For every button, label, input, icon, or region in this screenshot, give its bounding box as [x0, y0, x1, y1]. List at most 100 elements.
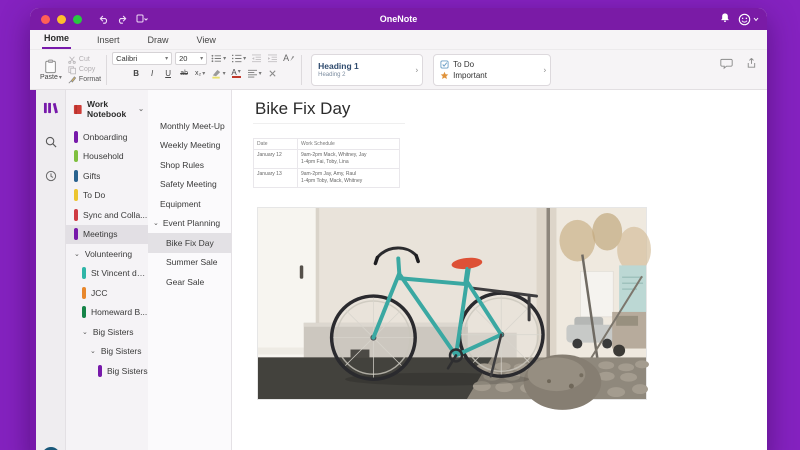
section-item[interactable]: Household	[66, 147, 148, 167]
format-painter-button[interactable]: Format	[68, 75, 101, 84]
page-item-selected[interactable]: Bike Fix Day	[148, 233, 231, 253]
table-header-schedule[interactable]: Work Schedule	[297, 138, 400, 150]
recent-notes-clock-icon[interactable]	[41, 166, 61, 186]
section-item[interactable]: Sync and Colla...	[66, 205, 148, 225]
tag-todo[interactable]: To Do	[440, 60, 474, 69]
tab-view[interactable]: View	[195, 32, 218, 49]
section-color-tab	[98, 364, 102, 377]
x-icon	[269, 69, 276, 77]
tag-important[interactable]: Important	[440, 71, 487, 80]
work-schedule-table: Date Work Schedule January 12 9am-2pm Ma…	[253, 138, 400, 188]
chevron-down-icon: ⌄	[138, 106, 144, 113]
styles-button[interactable]: A	[282, 52, 296, 65]
section-item[interactable]: St Vincent de...	[66, 264, 148, 284]
styles-expand-icon[interactable]: ›	[415, 65, 418, 74]
chevron-down-icon: ⌄	[82, 328, 88, 336]
clear-formatting-button[interactable]	[266, 67, 279, 80]
styles-gallery[interactable]: Heading 1 Heading 2 ›	[311, 53, 424, 86]
italic-button[interactable]: I	[146, 67, 159, 80]
page-item[interactable]: Equipment	[148, 194, 231, 214]
section-item[interactable]: Big Sisters	[66, 361, 148, 381]
pages-pane: Monthly Meet-Up Weekly Meeting Shop Rule…	[148, 90, 232, 450]
underline-button[interactable]: U	[162, 67, 175, 80]
subscript-button[interactable]: x₂ ▾	[194, 67, 207, 80]
notebook-switcher[interactable]: Work Notebook ⌄	[66, 90, 148, 127]
traffic-lights	[41, 14, 82, 24]
comments-icon[interactable]	[720, 56, 733, 74]
undo-icon[interactable]	[98, 14, 109, 25]
redo-icon[interactable]	[117, 14, 128, 25]
bicycle-photo[interactable]	[257, 207, 651, 410]
tab-insert[interactable]: Insert	[95, 32, 122, 49]
sections-pane: Work Notebook ⌄ Onboarding Household Gif…	[66, 90, 148, 450]
table-cell-date[interactable]: January 13	[253, 168, 298, 188]
quick-access-menu-icon[interactable]	[136, 14, 148, 24]
section-item[interactable]: Gifts	[66, 166, 148, 186]
style-heading1[interactable]: Heading 1	[318, 61, 359, 71]
page-item[interactable]: Weekly Meeting	[148, 136, 231, 156]
decrease-indent-button[interactable]	[250, 52, 263, 65]
close-window-button[interactable]	[41, 14, 50, 24]
section-item[interactable]: Homeward B...	[66, 303, 148, 323]
copy-button[interactable]: Copy	[68, 65, 101, 74]
font-name-select[interactable]: Calibri ▾	[112, 51, 173, 65]
page-item[interactable]: Safety Meeting	[148, 175, 231, 195]
section-group[interactable]: ⌄ Big Sisters	[66, 342, 148, 362]
zoom-window-button[interactable]	[73, 14, 82, 24]
tags-gallery[interactable]: To Do Important ›	[433, 53, 552, 86]
section-item[interactable]: JCC	[66, 283, 148, 303]
notifications-bell-icon[interactable]	[720, 10, 730, 28]
chevron-down-icon: ▾	[202, 70, 206, 77]
bold-button[interactable]: B	[130, 67, 143, 80]
font-size-select[interactable]: 20 ▾	[175, 51, 208, 65]
page-item[interactable]: Summer Sale	[148, 253, 231, 273]
table-cell-schedule[interactable]: 9am-2pm Mack, Whitney, Jay 1-4pm Fai, To…	[297, 149, 400, 169]
cut-button[interactable]: Cut	[68, 56, 101, 64]
strikethrough-button[interactable]: ab	[178, 67, 191, 80]
section-item-selected[interactable]: Meetings	[66, 224, 148, 244]
format-brush-icon	[68, 75, 77, 83]
share-icon[interactable]	[745, 56, 757, 74]
page-title[interactable]: Bike Fix Day	[255, 99, 350, 119]
ribbon-separator	[301, 54, 303, 85]
style-pen-icon	[290, 55, 295, 61]
section-color-tab	[82, 306, 86, 319]
highlight-button[interactable]: ▾	[210, 67, 227, 80]
table-row: January 13 9am-2pm Jay, Amy, Raul 1-4pm …	[253, 168, 400, 188]
numbering-button[interactable]: ▾	[230, 52, 247, 65]
tab-draw[interactable]: Draw	[146, 32, 171, 49]
copy-icon	[68, 65, 76, 74]
tags-expand-icon[interactable]: ›	[543, 65, 546, 74]
table-cell-date[interactable]: January 12	[253, 149, 298, 169]
page-item[interactable]: Gear Sale	[148, 272, 231, 292]
paste-button[interactable]: Paste ▾	[36, 59, 66, 81]
page-item[interactable]: Monthly Meet-Up	[148, 116, 231, 136]
bullet-list-icon	[211, 54, 222, 62]
section-item[interactable]: Onboarding	[66, 127, 148, 147]
table-cell-schedule[interactable]: 9am-2pm Jay, Amy, Raul 1-4pm Toby, Mack,…	[297, 168, 400, 188]
section-color-tab	[82, 286, 86, 299]
numbered-list-icon	[232, 54, 242, 62]
increase-indent-button[interactable]	[266, 52, 279, 65]
account-avatar-icon[interactable]	[738, 13, 759, 26]
section-group[interactable]: ⌄ Volunteering	[66, 244, 148, 264]
table-row: January 12 9am-2pm Mack, Whitney, Jay 1-…	[253, 149, 400, 169]
page-group[interactable]: ⌄ Event Planning	[148, 214, 231, 234]
notebooks-icon[interactable]	[41, 98, 61, 118]
page-item[interactable]: Shop Rules	[148, 155, 231, 175]
tab-home[interactable]: Home	[42, 30, 72, 49]
page-canvas[interactable]: Bike Fix Day Date Work Schedule January …	[232, 90, 767, 450]
paragraph-align-button[interactable]: ▾	[246, 67, 263, 80]
font-color-button[interactable]: A ▾	[230, 67, 243, 80]
page-title-underline	[253, 123, 405, 124]
section-group[interactable]: ⌄ Big Sisters	[66, 322, 148, 342]
table-header-date[interactable]: Date	[253, 138, 298, 150]
search-icon[interactable]	[41, 132, 61, 152]
minimize-window-button[interactable]	[57, 14, 66, 24]
style-heading2[interactable]: Heading 2	[318, 72, 345, 78]
section-item[interactable]: To Do	[66, 186, 148, 206]
bullets-button[interactable]: ▾	[210, 52, 227, 65]
ribbon-tab-strip: Home Insert Draw View	[30, 30, 767, 50]
app-rail: JS	[36, 90, 66, 450]
align-lines-icon	[247, 69, 257, 78]
